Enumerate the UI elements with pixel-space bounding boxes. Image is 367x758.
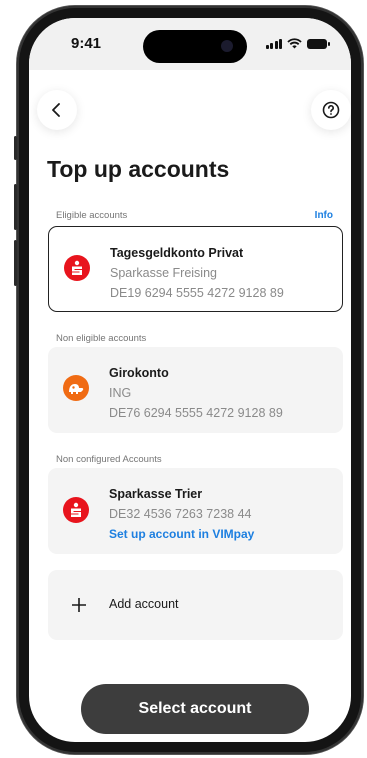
account-iban: DE19 6294 5555 4272 9128 89 <box>110 286 284 300</box>
non-configured-section-label: Non configured Accounts <box>56 454 162 465</box>
volume-up-button <box>14 184 17 230</box>
ing-lion-logo-icon <box>63 375 89 401</box>
account-card-eligible[interactable]: Tagesgeldkonto Privat Sparkasse Freising… <box>48 226 343 312</box>
account-name: Tagesgeldkonto Privat <box>110 246 244 260</box>
setup-account-link[interactable]: Set up account in VIMpay <box>109 527 254 541</box>
chevron-left-icon <box>52 103 60 117</box>
account-bank: ING <box>109 386 132 400</box>
back-button[interactable] <box>37 90 77 130</box>
info-link[interactable]: Info <box>315 210 333 221</box>
status-time: 9:41 <box>71 35 102 52</box>
add-account-label: Add account <box>109 597 179 611</box>
select-account-button[interactable]: Select account <box>81 684 309 734</box>
signal-icon <box>265 39 282 49</box>
dynamic-island <box>143 30 247 63</box>
help-button[interactable] <box>311 90 351 130</box>
account-iban: DE32 4536 7263 7238 44 <box>109 507 252 521</box>
eligible-section-label: Eligible accounts <box>56 210 128 221</box>
account-card-non-eligible: Girokonto ING DE76 6294 5555 4272 9128 8… <box>48 347 343 433</box>
account-name: Girokonto <box>109 366 169 380</box>
page-title: Top up accounts <box>47 156 230 182</box>
non-eligible-section-label: Non eligible accounts <box>56 333 147 344</box>
add-account-button[interactable]: Add account <box>48 570 343 640</box>
account-bank: Sparkasse Freising <box>110 266 217 280</box>
screen: 9:41 Top up accounts Eligible accounts I… <box>29 18 351 742</box>
volume-down-button <box>14 240 17 286</box>
sparkasse-logo-icon <box>63 497 89 523</box>
mute-switch <box>14 136 17 160</box>
status-bar: 9:41 <box>29 18 351 70</box>
battery-icon <box>307 39 330 49</box>
sparkasse-logo-icon <box>64 255 90 281</box>
account-name: Sparkasse Trier <box>109 487 203 501</box>
account-iban: DE76 6294 5555 4272 9128 89 <box>109 406 283 420</box>
status-icons <box>265 38 330 49</box>
plus-icon <box>72 598 86 612</box>
wifi-icon <box>287 38 302 49</box>
help-circle-icon <box>322 101 340 119</box>
camera-icon <box>221 40 233 52</box>
account-card-non-configured: Sparkasse Trier DE32 4536 7263 7238 44 S… <box>48 468 343 554</box>
